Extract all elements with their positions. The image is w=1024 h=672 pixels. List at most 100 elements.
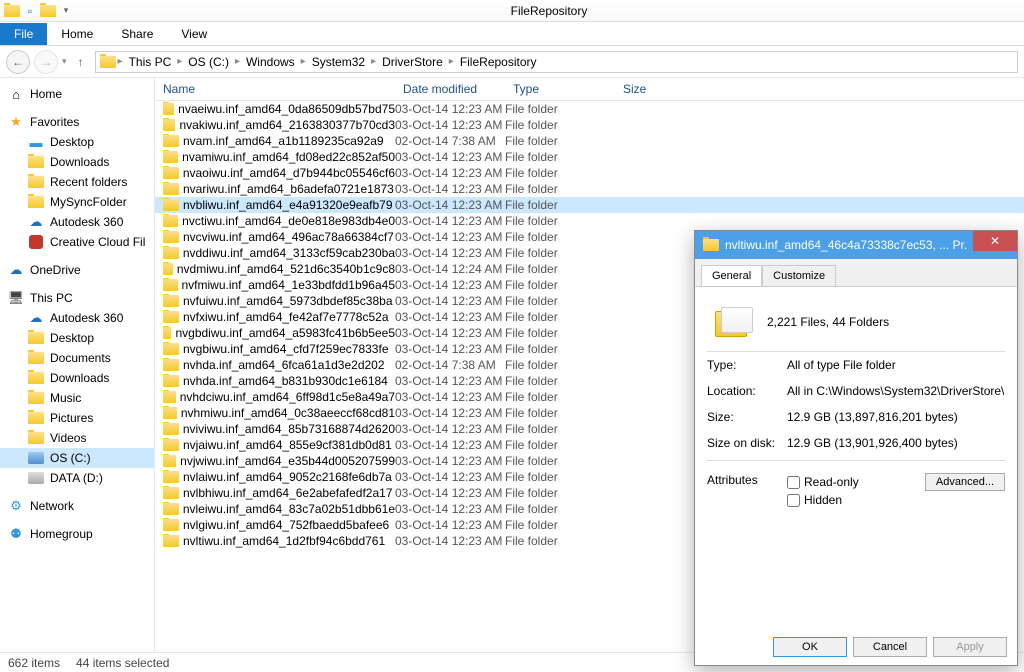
sidebar-item-desktop[interactable]: ▬Desktop	[0, 132, 154, 152]
tab-file[interactable]: File	[0, 23, 47, 45]
ok-button[interactable]: OK	[773, 637, 847, 657]
breadcrumb-item[interactable]: This PC	[125, 55, 176, 69]
file-name: nvam.inf_amd64_a1b1189235ca92a9	[183, 134, 384, 148]
folder-icon	[163, 407, 177, 419]
file-type: File folder	[505, 486, 615, 500]
table-row[interactable]: nvariwu.inf_amd64_b6adefa0721e187303-Oct…	[155, 181, 1024, 197]
network-icon: ⚙	[8, 498, 24, 514]
file-date: 03-Oct-14 12:23 AM	[395, 342, 505, 356]
sidebar-item-data[interactable]: DATA (D:)	[0, 468, 154, 488]
tab-share[interactable]: Share	[107, 23, 167, 45]
sidebar-item-autodesk[interactable]: ☁Autodesk 360	[0, 212, 154, 232]
file-name: nvltiwu.inf_amd64_1d2fbf94c6bdd761	[183, 534, 385, 548]
sidebar-item-mysync[interactable]: MySyncFolder	[0, 192, 154, 212]
back-button[interactable]: ←	[6, 50, 30, 74]
sidebar-item-pictures[interactable]: Pictures	[0, 408, 154, 428]
chevron-right-icon[interactable]: ▸	[235, 56, 240, 67]
dialog-titlebar[interactable]: nvltiwu.inf_amd64_46c4a73338c7ec53, ... …	[695, 231, 1017, 259]
checkbox[interactable]	[787, 476, 800, 489]
sidebar-item-desktop2[interactable]: Desktop	[0, 328, 154, 348]
sidebar-item-downloads2[interactable]: Downloads	[0, 368, 154, 388]
sidebar-item-creative[interactable]: Creative Cloud Fil	[0, 232, 154, 252]
new-folder-icon[interactable]	[40, 3, 56, 19]
table-row[interactable]: nvakiwu.inf_amd64_2163830377b70cd303-Oct…	[155, 117, 1024, 133]
folder-icon	[163, 423, 179, 435]
breadcrumb[interactable]: ▸ This PC ▸ OS (C:) ▸ Windows ▸ System32…	[95, 51, 1018, 73]
cloud-icon: ☁	[8, 262, 24, 278]
sidebar-homegroup[interactable]: ⚉Homegroup	[0, 524, 154, 544]
sidebar-onedrive[interactable]: ☁ OneDrive	[0, 260, 154, 280]
file-type: File folder	[505, 150, 615, 164]
sidebar-item-music[interactable]: Music	[0, 388, 154, 408]
sidebar-item-osc[interactable]: OS (C:)	[0, 448, 154, 468]
chevron-right-icon[interactable]: ▸	[449, 56, 454, 67]
table-row[interactable]: nvaoiwu.inf_amd64_d7b944bc05546cf603-Oct…	[155, 165, 1024, 181]
tab-home[interactable]: Home	[47, 23, 107, 45]
cancel-button[interactable]: Cancel	[853, 637, 927, 657]
breadcrumb-item[interactable]: Windows	[242, 55, 299, 69]
sidebar-item-autodesk2[interactable]: ☁Autodesk 360	[0, 308, 154, 328]
sidebar-thispc[interactable]: 🖥This PC	[0, 288, 154, 308]
ribbon: File Home Share View	[0, 22, 1024, 46]
table-row[interactable]: nvctiwu.inf_amd64_de0e818e983db4e003-Oct…	[155, 213, 1024, 229]
forward-button[interactable]: →	[34, 50, 58, 74]
history-dropdown-icon[interactable]: ▾	[62, 56, 67, 67]
breadcrumb-item[interactable]: FileRepository	[456, 55, 541, 69]
folder-icon	[28, 430, 44, 446]
cc-icon	[28, 234, 44, 250]
chevron-right-icon[interactable]: ▸	[118, 56, 123, 67]
properties-icon[interactable]: ▫	[22, 3, 38, 19]
folder-icon	[28, 330, 44, 346]
file-type: File folder	[505, 166, 615, 180]
column-headers: Name Date modified Type Size	[155, 78, 1024, 101]
breadcrumb-item[interactable]: OS (C:)	[184, 55, 233, 69]
sidebar-label: OneDrive	[30, 263, 81, 277]
column-size[interactable]: Size	[615, 82, 675, 96]
chevron-right-icon[interactable]: ▸	[177, 56, 182, 67]
table-row[interactable]: nvbliwu.inf_amd64_e4a91320e9eafb7903-Oct…	[155, 197, 1024, 213]
file-date: 03-Oct-14 12:23 AM	[395, 422, 505, 436]
tab-view[interactable]: View	[167, 23, 221, 45]
file-name: nvfxiwu.inf_amd64_fe42af7e7778c52a	[183, 310, 389, 324]
sidebar-item-documents[interactable]: Documents	[0, 348, 154, 368]
advanced-button[interactable]: Advanced...	[925, 473, 1005, 491]
column-type[interactable]: Type	[505, 82, 615, 96]
chevron-right-icon[interactable]: ▸	[371, 56, 376, 67]
file-type: File folder	[505, 358, 615, 372]
sidebar-home[interactable]: ⌂Home	[0, 84, 154, 104]
table-row[interactable]: nvaeiwu.inf_amd64_0da86509db57bd7503-Oct…	[155, 101, 1024, 117]
sidebar-item-videos[interactable]: Videos	[0, 428, 154, 448]
home-icon: ⌂	[8, 86, 24, 102]
readonly-checkbox[interactable]: Read-only	[787, 473, 925, 491]
column-date[interactable]: Date modified	[395, 82, 505, 96]
close-button[interactable]: ✕	[973, 231, 1017, 251]
file-name: nvbliwu.inf_amd64_e4a91320e9eafb79	[183, 198, 393, 212]
tab-customize[interactable]: Customize	[762, 265, 836, 287]
sidebar-item-downloads[interactable]: Downloads	[0, 152, 154, 172]
folder-icon	[28, 390, 44, 406]
checkbox[interactable]	[787, 494, 800, 507]
file-date: 03-Oct-14 12:23 AM	[395, 406, 505, 420]
apply-button[interactable]: Apply	[933, 637, 1007, 657]
table-row[interactable]: nvam.inf_amd64_a1b1189235ca92a902-Oct-14…	[155, 133, 1024, 149]
sidebar-label: DATA (D:)	[50, 471, 103, 485]
prop-value: 12.9 GB (13,901,926,400 bytes)	[787, 436, 1005, 450]
breadcrumb-item[interactable]: System32	[308, 55, 369, 69]
sidebar-favorites[interactable]: ★Favorites	[0, 112, 154, 132]
chevron-right-icon[interactable]: ▸	[301, 56, 306, 67]
sidebar-label: Downloads	[50, 155, 109, 169]
qat-dropdown-icon[interactable]: ▾	[58, 3, 74, 19]
table-row[interactable]: nvamiwu.inf_amd64_fd08ed22c852af5003-Oct…	[155, 149, 1024, 165]
sidebar-item-recent[interactable]: Recent folders	[0, 172, 154, 192]
file-date: 03-Oct-14 12:23 AM	[395, 294, 505, 308]
prop-label: Location:	[707, 384, 787, 398]
folder-icon	[163, 327, 171, 339]
tab-general[interactable]: General	[701, 265, 762, 287]
breadcrumb-item[interactable]: DriverStore	[378, 55, 447, 69]
file-name: nvhdciwu.inf_amd64_6ff98d1c5e8a49a7	[180, 390, 395, 404]
file-type: File folder	[505, 502, 615, 516]
column-name[interactable]: Name	[155, 82, 395, 96]
sidebar-network[interactable]: ⚙Network	[0, 496, 154, 516]
up-button[interactable]: ↑	[71, 52, 91, 72]
hidden-checkbox[interactable]: Hidden	[787, 491, 925, 509]
